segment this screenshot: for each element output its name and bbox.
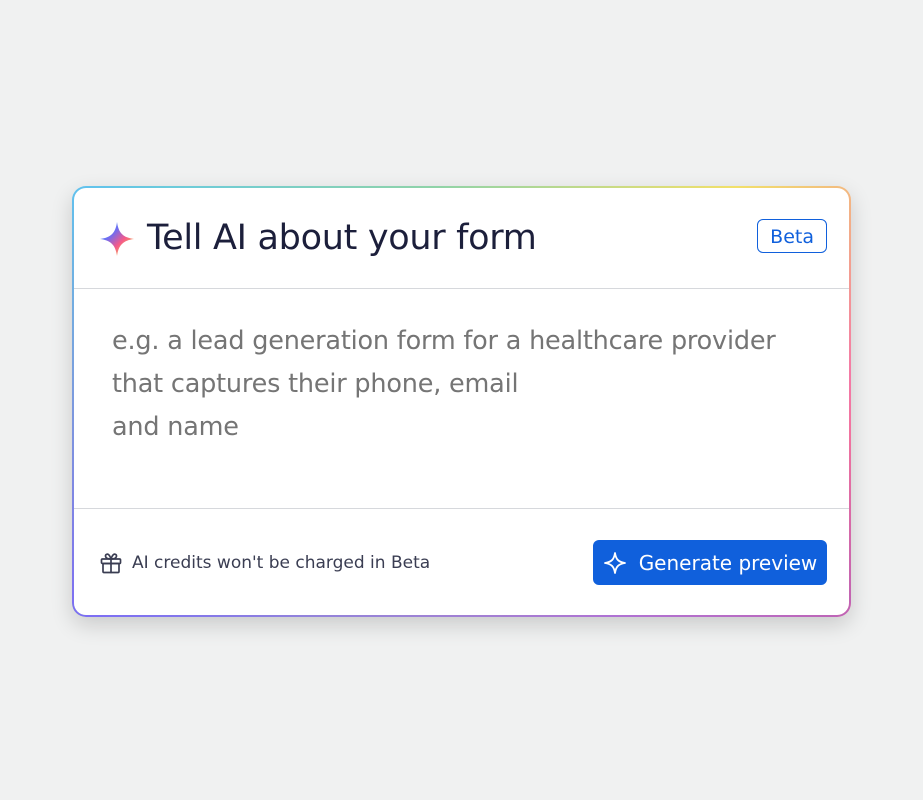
generate-preview-button[interactable]: Generate preview [593, 540, 827, 585]
ai-form-card: Tell AI about your form Beta AI credits … [74, 188, 849, 615]
card-title: Tell AI about your form [147, 218, 537, 258]
generate-preview-label: Generate preview [638, 550, 818, 575]
sparkle-icon [603, 551, 626, 574]
card-footer: AI credits won't be charged in Beta Gene… [74, 509, 849, 615]
ai-sparkle-icon [100, 222, 134, 256]
prompt-area [74, 289, 849, 509]
card-header: Tell AI about your form Beta [74, 188, 849, 289]
ai-form-card-frame: Tell AI about your form Beta AI credits … [72, 186, 851, 617]
beta-badge: Beta [757, 219, 827, 253]
credits-note: AI credits won't be charged in Beta [132, 553, 431, 573]
form-description-input[interactable] [112, 320, 842, 480]
gift-icon [100, 553, 122, 574]
